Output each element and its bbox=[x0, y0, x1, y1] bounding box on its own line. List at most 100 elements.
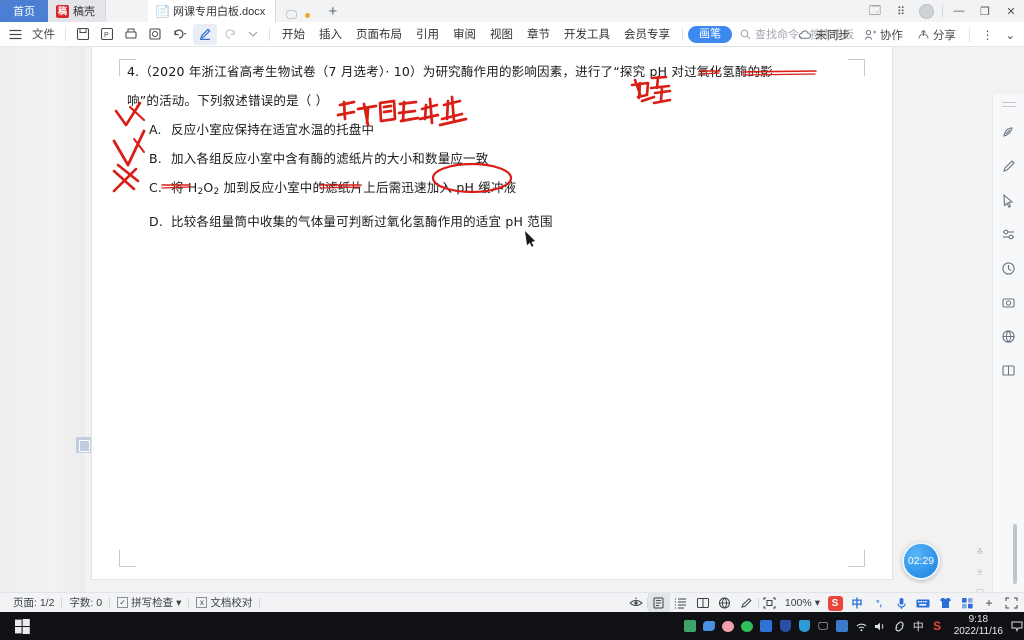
cursor-icon[interactable] bbox=[996, 187, 1022, 213]
pen-icon[interactable] bbox=[193, 23, 217, 45]
file-menu-button[interactable]: 文件 bbox=[27, 24, 60, 45]
pen-markup-icon[interactable] bbox=[736, 593, 758, 613]
ai-assistant-icon[interactable] bbox=[996, 119, 1022, 145]
settings-sliders-icon[interactable] bbox=[996, 221, 1022, 247]
ribbon-tab-label: 引用 bbox=[416, 29, 439, 41]
right-tool-rail bbox=[992, 94, 1024, 639]
proofread-icon: x bbox=[196, 597, 208, 608]
tab-document-whiteboard[interactable]: 📄 网课专用白板.docx bbox=[148, 0, 277, 22]
print-icon[interactable] bbox=[119, 24, 143, 45]
tray-network-cam-icon[interactable]: 🖵 bbox=[814, 612, 833, 640]
ribbon-overflow-button[interactable]: ⋮ bbox=[977, 24, 999, 45]
zoom-level-button[interactable]: 100% ▾ bbox=[781, 593, 824, 613]
ribbon-tab-review[interactable]: 审阅 bbox=[446, 24, 483, 45]
fit-page-icon[interactable] bbox=[759, 593, 781, 613]
print-layout-icon[interactable] bbox=[647, 593, 670, 613]
volume-icon[interactable] bbox=[871, 612, 890, 640]
cloud-sync-button[interactable]: 未同步 bbox=[792, 27, 856, 43]
tray-pig-icon[interactable] bbox=[719, 612, 738, 640]
ime-punctuation-button[interactable]: °, bbox=[868, 593, 890, 613]
close-button[interactable]: ✕ bbox=[998, 0, 1024, 22]
skin-icon[interactable] bbox=[934, 593, 956, 613]
ribbon-tab-page-layout[interactable]: 页面布局 bbox=[349, 24, 409, 45]
windows-start-icon[interactable] bbox=[0, 612, 44, 640]
tab-home[interactable]: 首页 bbox=[0, 0, 48, 22]
avatar[interactable] bbox=[919, 3, 934, 19]
word-count-label: 字数: 0 bbox=[69, 597, 103, 609]
search-icon bbox=[740, 29, 751, 39]
divider bbox=[65, 27, 66, 41]
tray-app-icon[interactable] bbox=[833, 612, 852, 640]
tray-link-icon[interactable] bbox=[890, 612, 909, 640]
expand-icon[interactable] bbox=[1000, 593, 1022, 613]
document-body[interactable]: 4.（2020 年浙江省高考生物试卷（7 月选考）· 10）为研究酶作用的影响因… bbox=[127, 57, 862, 236]
pen-icon[interactable] bbox=[996, 153, 1022, 179]
share-button[interactable]: 分享 bbox=[911, 27, 962, 43]
ribbon-tab-insert[interactable]: 插入 bbox=[312, 24, 349, 45]
ime-mode-button[interactable]: 中 bbox=[846, 593, 868, 613]
wifi-icon[interactable] bbox=[852, 612, 871, 640]
ribbon-tab-label: 审阅 bbox=[453, 29, 476, 41]
tray-wechat-icon[interactable] bbox=[738, 612, 757, 640]
undo-icon[interactable] bbox=[167, 24, 193, 45]
screenshot-icon[interactable] bbox=[996, 289, 1022, 315]
sogou-ime-logo-icon[interactable]: S bbox=[824, 593, 846, 613]
ribbon-collapse-button[interactable]: ⌄ bbox=[1000, 24, 1020, 45]
web-layout-icon[interactable] bbox=[714, 593, 736, 613]
redo-icon[interactable] bbox=[217, 24, 242, 45]
ribbon-tab-member[interactable]: 会员专享 bbox=[617, 24, 677, 45]
rail-handle-icon[interactable] bbox=[1001, 102, 1016, 103]
history-icon[interactable] bbox=[996, 255, 1022, 281]
keyboard-icon[interactable] bbox=[912, 593, 934, 613]
clock-time: 9:18 bbox=[968, 614, 989, 625]
recording-timer-badge[interactable]: 02:29 bbox=[902, 542, 940, 580]
brush-button[interactable]: 画笔 bbox=[688, 25, 732, 43]
outline-icon[interactable] bbox=[670, 593, 692, 613]
ime-add-button[interactable]: + bbox=[978, 593, 1000, 613]
customize-icon[interactable] bbox=[242, 24, 264, 45]
tray-sogou-icon[interactable]: S bbox=[928, 612, 947, 640]
page-count-label: 页面: 1/2 bbox=[13, 597, 55, 609]
document-page[interactable]: 4.（2020 年浙江省高考生物试卷（7 月选考）· 10）为研究酶作用的影响因… bbox=[92, 47, 892, 579]
rail-handle-icon[interactable] bbox=[1001, 106, 1016, 107]
new-tab-button[interactable]: + bbox=[320, 0, 346, 22]
notification-icon[interactable] bbox=[1010, 612, 1024, 640]
menu-hamburger-icon[interactable] bbox=[4, 24, 27, 45]
ribbon-tab-view[interactable]: 视图 bbox=[483, 24, 520, 45]
tab-app-kaoke[interactable]: 稿 稿壳 bbox=[48, 0, 106, 22]
tray-security-icon[interactable] bbox=[795, 612, 814, 640]
share-globe-icon[interactable] bbox=[996, 323, 1022, 349]
minimize-button[interactable]: — bbox=[946, 0, 972, 22]
ribbon-tab-developer[interactable]: 开发工具 bbox=[557, 24, 617, 45]
group-icon[interactable]: ⩸ bbox=[977, 567, 982, 578]
apps-grid-icon[interactable]: ⠿ bbox=[888, 0, 914, 22]
ribbon-tab-start[interactable]: 开始 bbox=[275, 24, 312, 45]
taskbar-clock[interactable]: 9:18 2022/11/16 bbox=[947, 614, 1010, 638]
tray-qq-icon[interactable] bbox=[681, 612, 700, 640]
restore-button[interactable]: ❐ bbox=[972, 0, 998, 22]
tray-bluetooth-icon[interactable] bbox=[757, 612, 776, 640]
tray-shield-icon[interactable] bbox=[776, 612, 795, 640]
ribbon-tab-section[interactable]: 章节 bbox=[520, 24, 557, 45]
ribbon-tab-label: 开始 bbox=[282, 29, 305, 41]
book-icon[interactable] bbox=[996, 357, 1022, 383]
layout-icon[interactable]: 🗔 bbox=[862, 0, 888, 22]
save-icon[interactable] bbox=[71, 24, 95, 45]
align-icon[interactable]: ≛ bbox=[976, 547, 984, 558]
toolbox-icon[interactable] bbox=[956, 593, 978, 613]
mic-icon[interactable] bbox=[890, 593, 912, 613]
collaborate-button[interactable]: 协作 bbox=[858, 27, 909, 43]
tray-dolphin-icon[interactable] bbox=[700, 612, 719, 640]
vertical-scrollbar[interactable] bbox=[1013, 524, 1017, 584]
navigation-pane-icon[interactable] bbox=[76, 437, 92, 453]
spellcheck-button[interactable]: ✓ 拼写检查 ▾ bbox=[110, 595, 188, 610]
save-as-icon[interactable]: P bbox=[95, 24, 119, 45]
eye-icon[interactable] bbox=[625, 593, 647, 613]
proofread-button[interactable]: x 文档校对 bbox=[189, 595, 259, 610]
ribbon-tab-references[interactable]: 引用 bbox=[409, 24, 446, 45]
print-preview-icon[interactable] bbox=[143, 24, 167, 45]
monitor-icon[interactable]: 🖵 bbox=[286, 9, 297, 22]
ribbon-tab-label: 章节 bbox=[527, 29, 550, 41]
reading-icon[interactable] bbox=[692, 593, 714, 613]
tray-ime-mode-icon[interactable]: 中 bbox=[909, 612, 928, 640]
